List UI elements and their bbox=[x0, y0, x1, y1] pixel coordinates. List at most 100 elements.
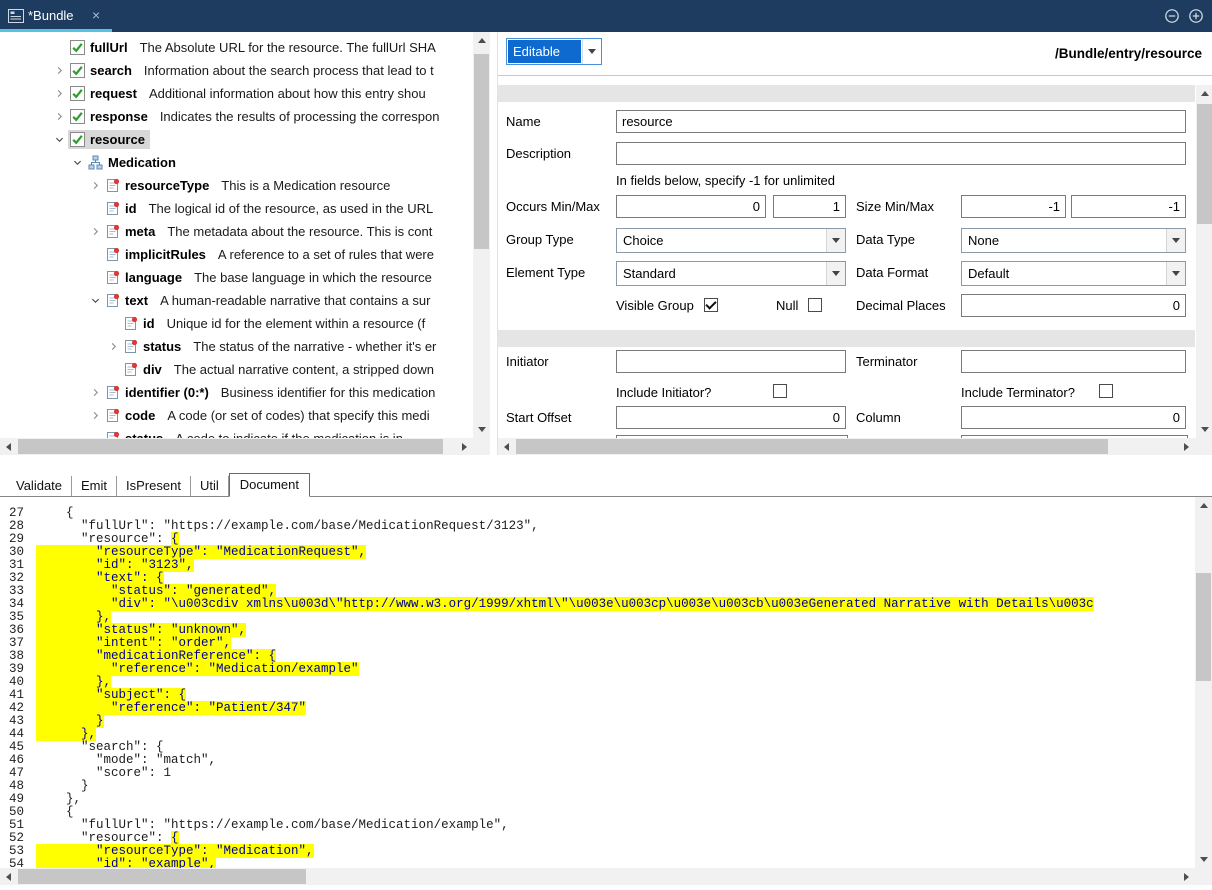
scroll-up-button[interactable] bbox=[1195, 497, 1212, 514]
scroll-up-button[interactable] bbox=[1196, 85, 1212, 102]
scrollbar-thumb[interactable] bbox=[474, 54, 489, 249]
document-line: 49 }, bbox=[0, 793, 1195, 806]
tree-item-status[interactable]: statusA code to indicate if the medicati… bbox=[0, 427, 473, 438]
name-input[interactable] bbox=[616, 110, 1186, 133]
scrollbar-thumb[interactable] bbox=[18, 869, 306, 884]
scroll-down-button[interactable] bbox=[1196, 421, 1212, 438]
tab-util[interactable]: Util bbox=[191, 476, 229, 496]
scroll-left-button[interactable] bbox=[0, 438, 17, 455]
tree-item-language[interactable]: languageThe base language in which the r… bbox=[0, 266, 473, 289]
chevron-right-icon[interactable] bbox=[86, 226, 104, 237]
description-input[interactable] bbox=[616, 142, 1186, 165]
tab-validate[interactable]: Validate bbox=[7, 476, 72, 496]
start-offset-input[interactable] bbox=[616, 406, 846, 429]
group-type-arrow-icon[interactable] bbox=[826, 229, 845, 252]
size-min-input[interactable] bbox=[961, 195, 1066, 218]
scroll-right-button[interactable] bbox=[456, 438, 473, 455]
data-type-dropdown[interactable]: None bbox=[961, 228, 1186, 253]
chevron-right-icon[interactable] bbox=[104, 341, 122, 352]
chevron-down-icon[interactable] bbox=[50, 134, 68, 145]
scrollbar-thumb[interactable] bbox=[1197, 104, 1212, 224]
tab-emit[interactable]: Emit bbox=[72, 476, 117, 496]
initiator-input[interactable] bbox=[616, 350, 846, 373]
tree-item-search[interactable]: searchInformation about the search proce… bbox=[0, 59, 473, 82]
tree-item-resourcetype[interactable]: resourceTypeThis is a Medication resourc… bbox=[0, 174, 473, 197]
initiator-label: Initiator bbox=[506, 354, 549, 369]
chevron-down-icon[interactable] bbox=[86, 295, 104, 306]
horizontal-splitter[interactable] bbox=[0, 455, 1212, 474]
collapse-all-icon[interactable] bbox=[1164, 8, 1180, 24]
tree-item-name: resourceType bbox=[125, 178, 209, 193]
tree-vertical-scrollbar[interactable] bbox=[473, 32, 490, 438]
scroll-right-button[interactable] bbox=[1178, 868, 1195, 885]
properties-vertical-scrollbar[interactable] bbox=[1196, 85, 1212, 438]
tree-item-request[interactable]: requestAdditional information about how … bbox=[0, 82, 473, 105]
tree-horizontal-scrollbar[interactable] bbox=[0, 438, 473, 455]
element-type-label: Element Type bbox=[506, 265, 585, 280]
field-document-icon bbox=[124, 362, 138, 377]
tab-document[interactable]: Document bbox=[229, 473, 310, 497]
scroll-up-button[interactable] bbox=[473, 32, 490, 49]
tree-item-status[interactable]: statusThe status of the narrative - whet… bbox=[0, 335, 473, 358]
tree-item-id[interactable]: idThe logical id of the resource, as use… bbox=[0, 197, 473, 220]
group-type-label: Group Type bbox=[506, 232, 574, 247]
tree-item-implicitrules[interactable]: implicitRulesA reference to a set of rul… bbox=[0, 243, 473, 266]
terminator-input[interactable] bbox=[961, 350, 1186, 373]
document-vertical-scrollbar[interactable] bbox=[1195, 497, 1212, 868]
element-type-dropdown[interactable]: Standard bbox=[616, 261, 846, 286]
tree-item-identifier-0[interactable]: identifier (0:*)Business identifier for … bbox=[0, 381, 473, 404]
data-format-arrow-icon[interactable] bbox=[1166, 262, 1185, 285]
scrollbar-thumb[interactable] bbox=[18, 439, 443, 454]
chevron-right-icon[interactable] bbox=[50, 65, 68, 76]
scroll-left-button[interactable] bbox=[0, 868, 17, 885]
tab-close-icon[interactable]: × bbox=[92, 7, 100, 23]
tree-item-desc: Information about the search process tha… bbox=[144, 63, 434, 78]
size-max-input[interactable] bbox=[1071, 195, 1186, 218]
tree-item-code[interactable]: codeA code (or set of codes) that specif… bbox=[0, 404, 473, 427]
document-horizontal-scrollbar[interactable] bbox=[0, 868, 1195, 885]
include-initiator-checkbox[interactable] bbox=[773, 384, 787, 398]
null-checkbox[interactable] bbox=[808, 298, 822, 312]
document-view[interactable]: 27 {28 "fullUrl": "https://example.com/b… bbox=[0, 497, 1195, 868]
element-type-arrow-icon[interactable] bbox=[826, 262, 845, 285]
tree-item-fullurl[interactable]: fullUrlThe Absolute URL for the resource… bbox=[0, 36, 473, 59]
decimal-places-input[interactable] bbox=[961, 294, 1186, 317]
chevron-right-icon[interactable] bbox=[86, 180, 104, 191]
data-type-arrow-icon[interactable] bbox=[1166, 229, 1185, 252]
tree-item-text[interactable]: textA human-readable narrative that cont… bbox=[0, 289, 473, 312]
tree-item-medication[interactable]: Medication bbox=[0, 151, 473, 174]
editable-dropdown-arrow-icon[interactable] bbox=[582, 39, 601, 64]
scrollbar-thumb[interactable] bbox=[1196, 573, 1211, 681]
scroll-down-button[interactable] bbox=[1195, 851, 1212, 868]
occurs-min-input[interactable] bbox=[616, 195, 766, 218]
tree-item-div[interactable]: divThe actual narrative content, a strip… bbox=[0, 358, 473, 381]
scrollbar-thumb[interactable] bbox=[516, 439, 1108, 454]
column-input[interactable] bbox=[961, 406, 1186, 429]
visible-group-checkbox[interactable] bbox=[704, 298, 718, 312]
tree-item-resource[interactable]: resource bbox=[0, 128, 473, 151]
include-initiator-label: Include Initiator? bbox=[616, 385, 711, 400]
data-format-dropdown[interactable]: Default bbox=[961, 261, 1186, 286]
vertical-splitter[interactable] bbox=[490, 32, 497, 455]
chevron-right-icon[interactable] bbox=[86, 410, 104, 421]
chevron-right-icon[interactable] bbox=[86, 387, 104, 398]
expand-all-icon[interactable] bbox=[1188, 8, 1204, 24]
chevron-down-icon[interactable] bbox=[68, 157, 86, 168]
include-terminator-checkbox[interactable] bbox=[1099, 384, 1113, 398]
document-tab-title[interactable]: *Bundle bbox=[28, 8, 74, 23]
tree-item-response[interactable]: responseIndicates the results of process… bbox=[0, 105, 473, 128]
group-type-dropdown[interactable]: Choice bbox=[616, 228, 846, 253]
occurs-max-input[interactable] bbox=[773, 195, 846, 218]
chevron-right-icon[interactable] bbox=[50, 88, 68, 99]
tree-item-name: div bbox=[143, 362, 162, 377]
scroll-down-button[interactable] bbox=[473, 421, 490, 438]
tree-item-meta[interactable]: metaThe metadata about the resource. Thi… bbox=[0, 220, 473, 243]
scroll-left-button[interactable] bbox=[498, 438, 515, 455]
editable-dropdown[interactable]: Editable bbox=[506, 38, 602, 65]
chevron-right-icon[interactable] bbox=[50, 111, 68, 122]
scroll-right-button[interactable] bbox=[1178, 438, 1195, 455]
tab-ispresent[interactable]: IsPresent bbox=[117, 476, 191, 496]
properties-horizontal-scrollbar[interactable] bbox=[498, 438, 1195, 455]
tree-item-id[interactable]: idUnique id for the element within a res… bbox=[0, 312, 473, 335]
tree-item-desc: A human-readable narrative that contains… bbox=[160, 293, 430, 308]
